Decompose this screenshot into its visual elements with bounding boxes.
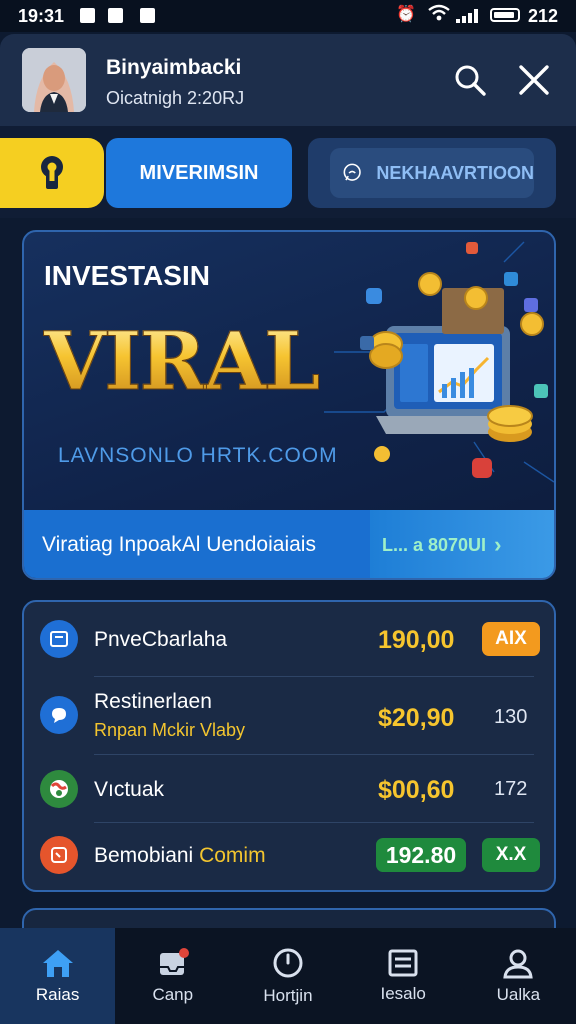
avatar[interactable]: [22, 48, 86, 112]
search-button[interactable]: [450, 60, 490, 100]
divider: [94, 822, 534, 823]
list-item-name: Vıctuak: [94, 778, 165, 801]
tab-secondary-frame: NEKHAAVRTIOON: [308, 138, 556, 208]
bottom-nav: Raias Canp Hortjin Iesalo Ualka: [0, 928, 576, 1024]
banner-cta-value: L... a 8070UI ›: [370, 510, 554, 578]
home-icon: [42, 950, 73, 977]
profile-icon: [503, 949, 534, 979]
list-item-count: 172: [494, 778, 528, 800]
list-item-name: PnveCbarlaha: [94, 628, 228, 651]
list-item[interactable]: Restinerlaen Rnpan Mckir Vlaby $20,90 13…: [24, 690, 554, 746]
battery-icon: [490, 8, 520, 22]
battery-level: 212: [528, 6, 559, 26]
nav-item-profile[interactable]: Ualka: [461, 928, 576, 1024]
list-item[interactable]: PnveCbarlaha 190,00 AIX: [24, 620, 554, 660]
tab-secondary-label: NEKHAAVRTIOON: [376, 162, 534, 183]
divider: [94, 754, 534, 755]
nav-label: Raias: [35, 985, 80, 1004]
transaction-list: PnveCbarlaha 190,00 AIX Restinerlaen Rnp…: [22, 600, 556, 892]
list-item-amount: $00,60: [378, 776, 455, 804]
signal-icon: [456, 9, 482, 23]
list-item-amount: 192.80: [376, 838, 466, 872]
header: Binyaimbacki Oicatnigh 2:20RJ: [0, 34, 576, 126]
user-name: Binyaimbacki: [106, 56, 242, 79]
tab-secondary[interactable]: NEKHAAVRTIOON: [330, 148, 534, 198]
nav-item-home[interactable]: Raias: [0, 928, 116, 1024]
list-item-amount: $20,90: [378, 704, 455, 732]
banner-cta-button[interactable]: Viratiag InpoakAl Uendoiaiais L... a 807…: [24, 510, 554, 578]
notification-icon: [140, 8, 155, 23]
status-badge: AIX: [482, 622, 540, 656]
banner-title: VIRAL: [43, 314, 320, 409]
nav-label: Ualka: [496, 985, 541, 1004]
nav-item-list[interactable]: Iesalo: [346, 928, 461, 1024]
key-button[interactable]: [0, 138, 104, 208]
globe-icon: [40, 770, 78, 808]
nav-label: Canp: [152, 985, 194, 1004]
chat-icon: [343, 163, 361, 181]
nav-label: Iesalo: [380, 984, 426, 1003]
clock-icon: [273, 948, 303, 978]
banner-cta-label: Viratiag InpoakAl Uendoiaiais: [42, 533, 316, 556]
close-button[interactable]: [514, 60, 554, 100]
wifi-icon: [428, 4, 450, 27]
banner-kicker: INVESTASIN: [44, 260, 210, 291]
notification-icon: [80, 8, 95, 23]
banner-cta-amount: L... a 8070UI: [382, 534, 487, 555]
banner-url: LAVNSONLO HRTK.COOM: [58, 444, 338, 467]
list-item-amount: 190,00: [378, 626, 455, 654]
list-item-name: Restinerlaen: [94, 690, 212, 713]
nav-item-inbox[interactable]: Canp: [115, 928, 230, 1024]
list-icon: [388, 949, 418, 977]
wallet-icon: [40, 620, 78, 658]
keyhole-icon: [41, 156, 63, 189]
user-subtitle: Oicatnigh 2:20RJ: [106, 88, 245, 108]
chevron-right-icon: ›: [494, 532, 502, 557]
nav-label: Hortjin: [263, 986, 313, 1005]
promo-banner[interactable]: INVESTASIN VIRAL LAVNSONLO HRTK.COOM Vir…: [22, 230, 556, 580]
divider: [94, 676, 534, 677]
tab-primary[interactable]: MIVERIMSIN: [106, 138, 292, 208]
status-time: 19:31: [18, 6, 65, 26]
inbox-icon: [159, 948, 189, 975]
status-badge: X.X: [482, 838, 540, 872]
status-bar: 19:31 ⏰ 212: [0, 0, 576, 32]
search-icon: [455, 65, 486, 96]
tag-icon: [40, 836, 78, 874]
segment-row: MIVERIMSIN NEKHAAVRTIOON: [0, 126, 576, 218]
alarm-icon: ⏰: [396, 6, 416, 23]
list-item-subtitle: Rnpan Mckir Vlaby: [94, 720, 246, 740]
list-item-name-suffix: Comim: [199, 844, 266, 867]
list-item[interactable]: Bemobiani Comim 192.80 X.X: [24, 836, 554, 876]
notification-icon: [108, 8, 123, 23]
close-icon: [519, 65, 549, 95]
list-item-name: Bemobiani Comim: [94, 844, 266, 868]
list-item-name-main: Bemobiani: [94, 844, 194, 867]
nav-item-history[interactable]: Hortjin: [230, 928, 345, 1024]
chat-icon: [40, 696, 78, 734]
investment-illustration: [324, 241, 554, 483]
list-item-count: 130: [494, 706, 528, 728]
list-item[interactable]: Vıctuak $00,60 172: [24, 770, 554, 810]
